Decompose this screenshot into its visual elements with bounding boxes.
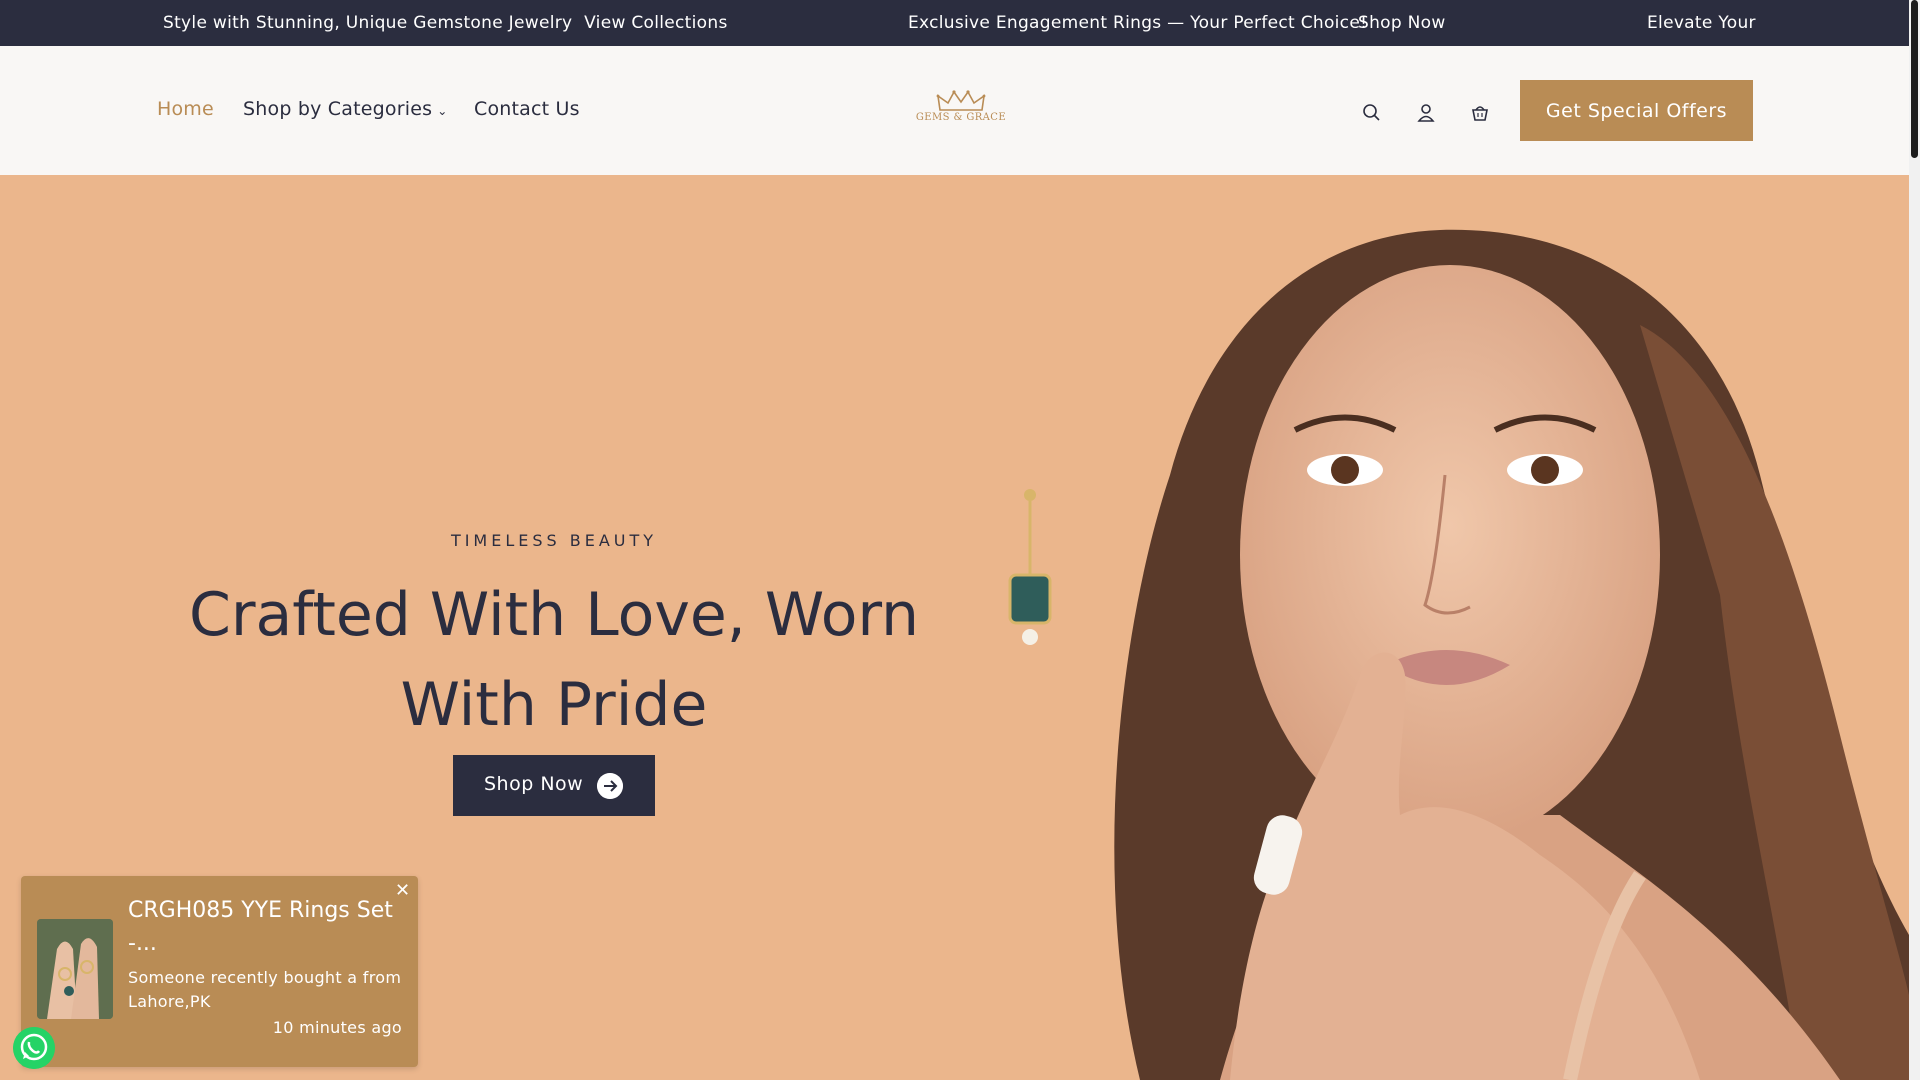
recent-purchase-popup[interactable]: ✕ CRGH085 YYE Rings Set -... Someone rec… (21, 876, 418, 1067)
whatsapp-icon[interactable] (13, 1027, 55, 1069)
shop-now-button[interactable]: Shop Now (453, 755, 655, 816)
logo-text: GEMS & GRACE (915, 112, 1007, 123)
crown-icon (936, 90, 986, 111)
announcement-link-view-collections[interactable]: View Collections (584, 13, 728, 33)
nav-categories-label: Shop by Categories (243, 98, 433, 120)
hero-model-image (1008, 229, 1909, 1080)
scrollbar-thumb[interactable] (1911, 0, 1918, 158)
get-special-offers-button[interactable]: Get Special Offers (1520, 80, 1753, 141)
search-icon[interactable] (1361, 102, 1383, 124)
nav-shop-by-categories[interactable]: Shop by Categories ⌄ (243, 98, 447, 120)
announcement-text-3: Elevate Your (1647, 13, 1756, 33)
site-header: Home Shop by Categories ⌄ Contact Us GEMS… (0, 46, 1909, 175)
product-thumbnail[interactable] (37, 919, 113, 1019)
popup-description: Someone recently bought a from Lahore,PK (128, 968, 402, 1011)
chevron-down-icon: ⌄ (437, 104, 448, 118)
announcement-bar: Style with Stunning, Unique Gemstone Jew… (0, 0, 1909, 46)
arrow-right-icon (597, 773, 623, 799)
rings-image (37, 919, 113, 1019)
hero-eyebrow: TIMELESS BEAUTY (450, 531, 658, 550)
site-logo[interactable]: GEMS & GRACE (910, 90, 1012, 134)
announcement-item-1: Style with Stunning, Unique Gemstone Jew… (163, 13, 728, 33)
announcement-text-2: Exclusive Engagement Rings — Your Perfec… (908, 13, 1368, 33)
cart-icon[interactable] (1469, 102, 1491, 124)
announcement-text-1: Style with Stunning, Unique Gemstone Jew… (163, 13, 573, 33)
shop-now-label: Shop Now (484, 773, 584, 795)
nav-contact-us[interactable]: Contact Us (474, 98, 580, 120)
nav-home[interactable]: Home (157, 98, 214, 120)
popup-time: 10 minutes ago (272, 1018, 402, 1037)
account-icon[interactable] (1415, 102, 1437, 124)
hero-headline: Crafted With Love, Worn With Pride (188, 580, 920, 740)
page-scrollbar[interactable] (1909, 0, 1920, 1080)
announcement-link-shop-now[interactable]: Shop Now (1358, 13, 1446, 33)
popup-product-title[interactable]: CRGH085 YYE Rings Set -... (128, 894, 403, 960)
